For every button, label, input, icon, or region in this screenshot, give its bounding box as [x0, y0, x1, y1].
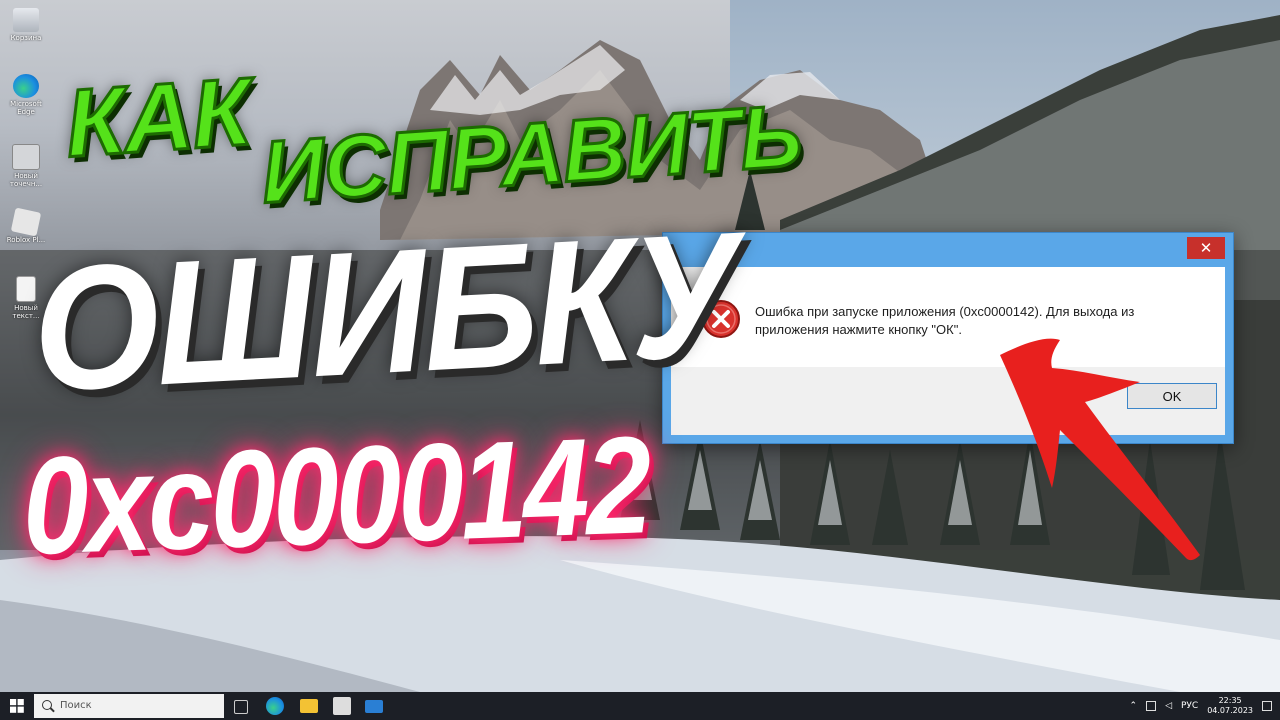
clock-date: 04.07.2023 — [1207, 706, 1253, 715]
desktop-icon-label: Microsoft Edge — [10, 100, 42, 116]
desktop-icon-recycle-bin[interactable]: Корзина — [6, 8, 46, 42]
notifications-icon[interactable] — [1262, 701, 1272, 711]
desktop-icon-image-file[interactable]: Новый точечн... — [6, 144, 46, 188]
network-icon[interactable] — [1146, 701, 1157, 711]
search-icon — [42, 700, 52, 710]
task-view-icon[interactable] — [234, 700, 248, 714]
close-button[interactable]: ✕ — [1187, 237, 1225, 259]
volume-icon[interactable]: ◁ — [1165, 701, 1172, 711]
mail-icon[interactable] — [365, 700, 383, 713]
headline-error-code: 0xc0000142 — [20, 408, 651, 584]
image-file-icon — [12, 144, 40, 170]
chevron-up-icon[interactable]: ⌃ — [1130, 701, 1138, 711]
headline-word-error: ОШИБКУ — [28, 196, 741, 429]
system-tray: ⌃ ◁ РУС 22:35 04.07.2023 — [1130, 692, 1272, 720]
desktop-icon-label: Корзина — [10, 34, 42, 42]
headline-word-how: КАК — [61, 57, 255, 180]
store-icon[interactable] — [333, 697, 351, 715]
recycle-bin-icon — [13, 8, 39, 32]
taskbar-search-box[interactable]: Поиск — [34, 694, 224, 718]
edge-icon[interactable] — [266, 697, 284, 715]
clock-time: 22:35 — [1218, 696, 1242, 705]
language-indicator[interactable]: РУС — [1181, 701, 1198, 711]
search-placeholder: Поиск — [60, 700, 92, 711]
edge-icon — [13, 74, 39, 98]
desktop-icon-label: Новый точечн... — [9, 172, 43, 188]
red-arrow-annotation — [1000, 338, 1200, 561]
desktop-icon-edge[interactable]: Microsoft Edge — [6, 74, 46, 116]
windows-start-icon[interactable] — [10, 699, 24, 713]
taskbar: Поиск ⌃ ◁ РУС 22:35 04.07.2023 — [0, 692, 1280, 720]
dialog-titlebar[interactable]: ✕ — [663, 233, 1233, 267]
file-explorer-icon[interactable] — [300, 699, 318, 713]
clock[interactable]: 22:35 04.07.2023 — [1207, 696, 1253, 716]
